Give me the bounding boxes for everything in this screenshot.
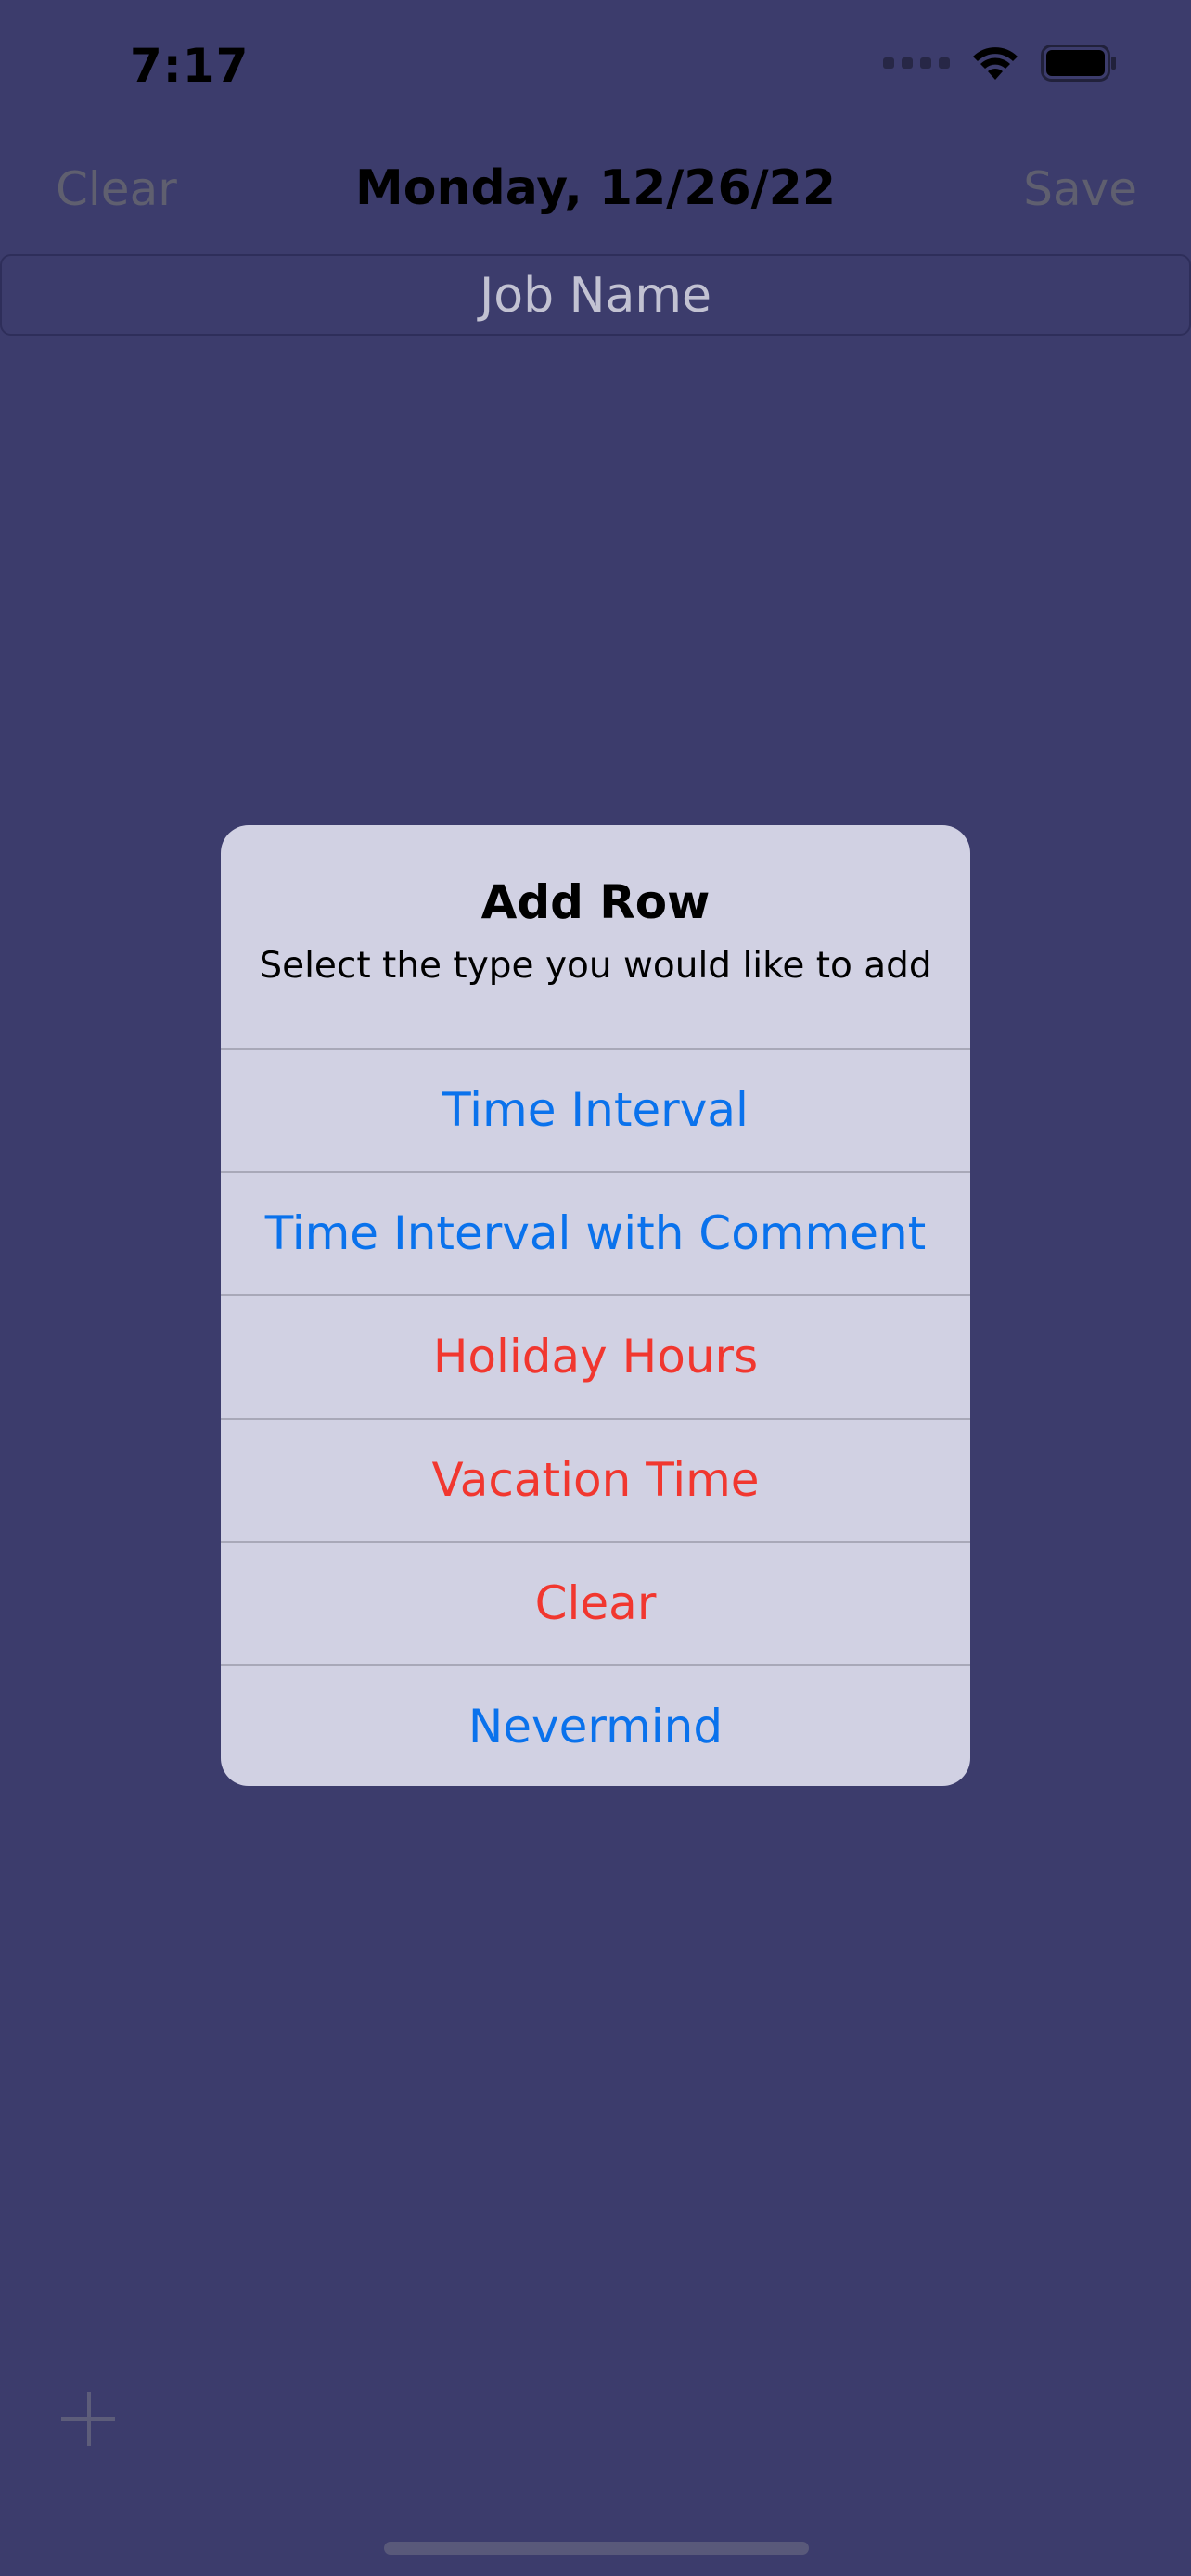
alert-header: Add Row Select the type you would like t…: [221, 825, 970, 1048]
holiday-hours-button[interactable]: Holiday Hours: [221, 1294, 970, 1418]
screen: 7:17 Clear Monday, 12/26/22 Save Job Nam…: [0, 0, 1191, 2576]
battery-icon: [1041, 45, 1116, 82]
clear-button[interactable]: Clear: [221, 1541, 970, 1664]
page-title: Monday, 12/26/22: [355, 160, 836, 216]
nevermind-button[interactable]: Nevermind: [221, 1664, 970, 1786]
job-name-input[interactable]: Job Name: [0, 254, 1191, 336]
home-indicator: [384, 2542, 809, 2555]
time-interval-button[interactable]: Time Interval: [221, 1048, 970, 1171]
status-icons: [883, 45, 1117, 82]
save-nav-button[interactable]: Save: [1023, 162, 1137, 216]
alert-message: Select the type you would like to add: [259, 945, 932, 987]
signal-icon: [883, 57, 950, 69]
time-interval-with-comment-button[interactable]: Time Interval with Comment: [221, 1171, 970, 1294]
alert-title: Add Row: [480, 875, 711, 929]
vacation-time-button[interactable]: Vacation Time: [221, 1418, 970, 1541]
add-row-alert: Add Row Select the type you would like t…: [221, 825, 970, 1786]
plus-icon[interactable]: [61, 2392, 115, 2446]
wifi-icon: [973, 47, 1018, 80]
status-time: 7:17: [130, 39, 250, 93]
